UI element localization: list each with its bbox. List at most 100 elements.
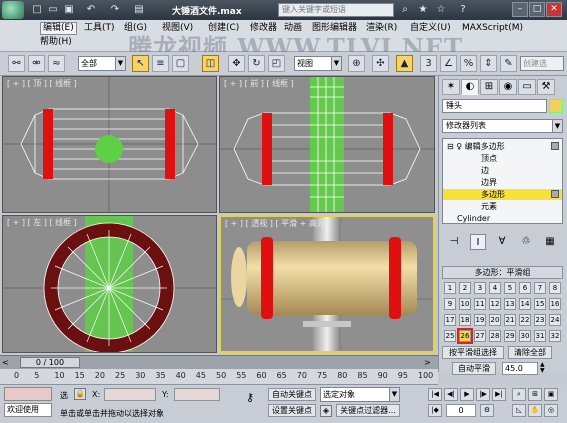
viewport-front[interactable]: [ + ] [ 前 ] [ 线框 ]: [219, 76, 435, 213]
lock-selection-icon[interactable]: 🔒: [74, 388, 86, 400]
stack-item-edit-poly[interactable]: ⊟ ♀ 编辑多边形: [443, 141, 562, 152]
communication-icon[interactable]: ☆: [434, 3, 448, 17]
smoothing-group-button[interactable]: 12: [489, 298, 501, 310]
smoothing-group-button[interactable]: 7: [534, 282, 546, 294]
select-by-name-icon[interactable]: ≡: [152, 55, 169, 72]
modifier-stack[interactable]: ⊟ ♀ 编辑多边形 顶点 边 边界 多边形 元素 Cylinder: [442, 138, 563, 224]
app-logo-icon[interactable]: [2, 1, 24, 19]
smoothing-group-button[interactable]: 26: [457, 328, 473, 344]
spinner-arrows-icon[interactable]: ▲ ▼: [540, 362, 548, 375]
project-icon[interactable]: ▤: [132, 3, 146, 17]
zoom-all-icon[interactable]: ⊞: [528, 388, 542, 401]
make-unique-icon[interactable]: ∀: [494, 234, 510, 250]
key-selection-dropdown[interactable]: 选定对象 ▼: [320, 387, 400, 402]
percent-snap-icon[interactable]: %: [460, 55, 477, 72]
motion-tab-icon[interactable]: ◉: [499, 79, 517, 95]
modify-tab-icon[interactable]: ◐: [461, 79, 479, 95]
pin-stack-icon[interactable]: ⊣: [446, 234, 462, 250]
auto-key-button[interactable]: 自动关键点: [268, 388, 316, 401]
help-icon[interactable]: ?: [456, 3, 470, 17]
scale-icon[interactable]: ◰: [268, 55, 285, 72]
new-file-icon[interactable]: □: [30, 3, 44, 17]
rotate-icon[interactable]: ↻: [248, 55, 265, 72]
maxscript-listener[interactable]: [4, 387, 52, 401]
stack-toggle-icon[interactable]: [551, 190, 559, 198]
smoothing-group-button[interactable]: 6: [519, 282, 531, 294]
zoom-icon[interactable]: ⌕: [512, 388, 526, 401]
window-crossing-icon[interactable]: ◫: [202, 55, 219, 72]
rect-selection-icon[interactable]: ▢: [172, 55, 189, 72]
current-frame-input[interactable]: 0: [446, 404, 476, 417]
select-object-icon[interactable]: ↖: [132, 55, 149, 72]
viewport-label[interactable]: [ + ] [ 透视 ] [ 平滑 + 高光 ]: [225, 218, 331, 229]
y-coordinate-input[interactable]: [174, 388, 220, 401]
maximize-button[interactable]: □: [529, 2, 545, 17]
pivot-center-icon[interactable]: ⊕: [348, 55, 365, 72]
create-tab-icon[interactable]: ✶: [442, 79, 460, 95]
viewport-label[interactable]: [ + ] [ 顶 ] [ 线框 ]: [7, 78, 77, 89]
smoothing-group-button[interactable]: 27: [474, 330, 486, 342]
viewport-perspective[interactable]: [ + ] [ 透视 ] [ 平滑 + 高光 ]: [219, 215, 435, 353]
smoothing-group-button[interactable]: 15: [534, 298, 546, 310]
bulb-icon[interactable]: ♀: [456, 142, 464, 151]
search-icon[interactable]: ⌕: [398, 3, 412, 17]
close-button[interactable]: ✕: [546, 2, 562, 17]
key-icon[interactable]: ⚷: [246, 391, 264, 407]
named-selection-field[interactable]: 创建选: [520, 56, 564, 71]
subscription-icon[interactable]: ★: [416, 3, 430, 17]
smoothing-group-button[interactable]: 32: [549, 330, 561, 342]
manipulate-icon[interactable]: ✣: [372, 55, 389, 72]
smoothing-group-button[interactable]: 5: [504, 282, 516, 294]
menu-edit[interactable]: 编辑(E): [40, 22, 77, 35]
next-key-icon[interactable]: |▶: [476, 388, 490, 401]
track-bar[interactable]: 0 5 10 15 20 25 30 35 40 45 50 55 60 65 70 75 80 85 90 95 10…: [0, 369, 438, 385]
smoothing-group-button[interactable]: 10: [459, 298, 471, 310]
link-icon[interactable]: ⚯: [8, 55, 25, 72]
remove-modifier-icon[interactable]: ♲: [518, 234, 534, 250]
smoothing-group-button[interactable]: 20: [489, 314, 501, 326]
angle-snap-icon[interactable]: ∠: [440, 55, 457, 72]
save-icon[interactable]: ▣: [62, 3, 76, 17]
clear-all-button[interactable]: 清除全部: [508, 346, 552, 359]
field-of-view-icon[interactable]: ◺: [512, 404, 526, 417]
smoothing-group-button[interactable]: 24: [549, 314, 561, 326]
viewport-left[interactable]: [ + ] [ 左 ] [ 线框 ]: [2, 215, 217, 354]
key-mode-icon[interactable]: ◈: [320, 405, 332, 417]
play-icon[interactable]: ▶: [460, 388, 474, 401]
unlink-icon[interactable]: ⚮: [28, 55, 45, 72]
stack-item-vertex[interactable]: 顶点: [443, 153, 562, 164]
smoothing-group-button[interactable]: 13: [504, 298, 516, 310]
show-end-result-icon[interactable]: Ⅰ: [470, 234, 486, 250]
next-frame-icon[interactable]: >: [424, 356, 436, 369]
goto-start-icon[interactable]: |◀: [428, 388, 442, 401]
auto-smooth-button[interactable]: 自动平滑: [452, 362, 496, 375]
smoothing-group-button[interactable]: 8: [549, 282, 561, 294]
reference-coord-dropdown[interactable]: 视图 ▼: [294, 56, 342, 71]
x-coordinate-input[interactable]: [104, 388, 156, 401]
smoothing-group-button[interactable]: 21: [504, 314, 516, 326]
display-tab-icon[interactable]: ▭: [518, 79, 536, 95]
menu-maxscript[interactable]: MAXScript(M): [462, 23, 523, 34]
modifier-list-dropdown[interactable]: 修改器列表 ▼: [442, 119, 563, 133]
undo-icon[interactable]: ↶: [84, 3, 98, 17]
edit-named-sel-icon[interactable]: ✎: [500, 55, 517, 72]
smoothing-group-button[interactable]: 11: [474, 298, 486, 310]
auto-smooth-threshold-input[interactable]: 45.0: [502, 362, 538, 375]
zoom-extents-icon[interactable]: ▣: [544, 388, 558, 401]
smoothing-group-button[interactable]: 2: [459, 282, 471, 294]
smoothing-group-button[interactable]: 19: [474, 314, 486, 326]
set-key-button[interactable]: 设置关键点: [268, 404, 316, 417]
spinner-snap-icon[interactable]: ⇕: [480, 55, 497, 72]
smoothing-group-button[interactable]: 16: [549, 298, 561, 310]
time-slider[interactable]: < 0 / 100 >: [0, 355, 438, 369]
smoothing-group-button[interactable]: 18: [459, 314, 471, 326]
smoothing-group-button[interactable]: 23: [534, 314, 546, 326]
smoothing-group-button[interactable]: 31: [534, 330, 546, 342]
smoothing-group-button[interactable]: 14: [519, 298, 531, 310]
key-mode-toggle-icon[interactable]: |◆: [428, 404, 442, 417]
open-file-icon[interactable]: ▭: [46, 3, 60, 17]
select-by-sg-button[interactable]: 按平滑组选择: [442, 346, 504, 359]
smoothing-group-button[interactable]: 1: [444, 282, 456, 294]
stack-item-border[interactable]: 边界: [443, 177, 562, 188]
menu-tools[interactable]: 工具(T): [84, 23, 115, 34]
